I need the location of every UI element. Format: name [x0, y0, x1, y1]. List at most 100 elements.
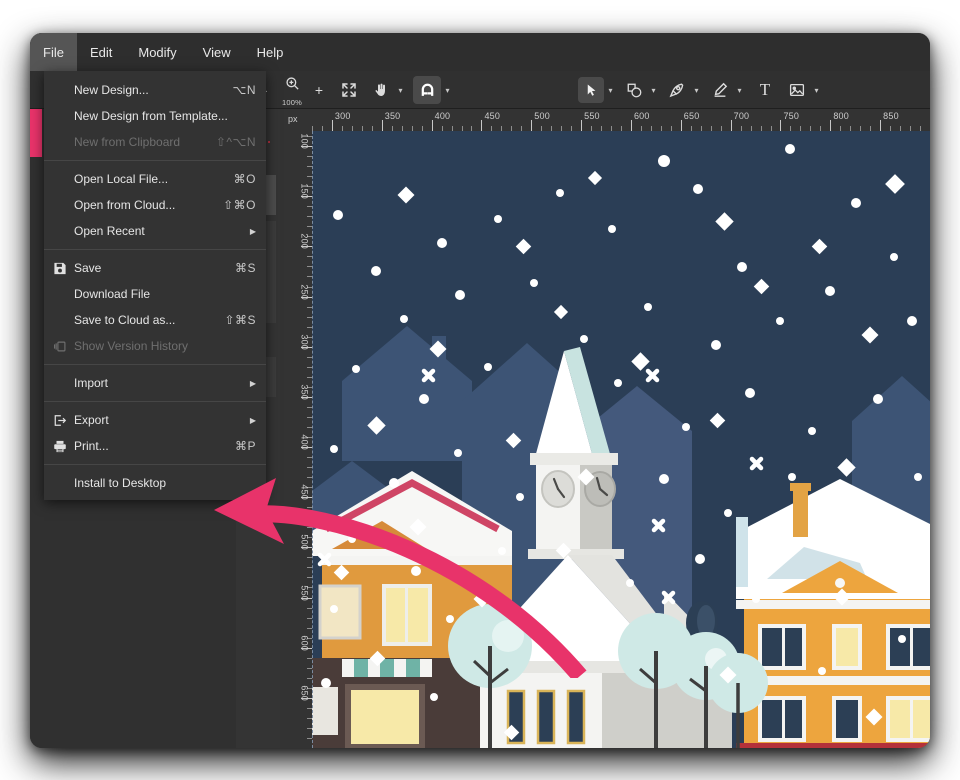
ruler-label-v: 200	[300, 233, 310, 250]
shape-dropdown-caret[interactable]: ▾	[647, 77, 660, 103]
accent-bar	[30, 109, 42, 157]
ruler-label-v: 400	[300, 434, 310, 451]
menu-item-import[interactable]: Import ▶	[44, 370, 266, 396]
ruler-tick	[331, 120, 333, 131]
pencil-tool-icon[interactable]	[707, 77, 733, 103]
menu-separator	[44, 249, 266, 250]
submenu-chevron-right-icon: ▶	[249, 415, 256, 425]
menu-item-shortcut: ⌘P	[234, 439, 256, 453]
image-dropdown-caret[interactable]: ▾	[810, 77, 823, 103]
menu-item-shortcut: ⌥N	[232, 83, 256, 97]
menu-item-label: Open from Cloud...	[74, 198, 176, 212]
ruler-label-v: 150	[300, 183, 310, 200]
zoom-percent-label: 100%	[282, 98, 302, 107]
ruler-tick	[581, 120, 583, 131]
ruler-tick	[630, 120, 632, 131]
file-dropdown-menu: New Design... ⌥N New Design from Template.…	[44, 71, 266, 500]
menu-item-print[interactable]: Print... ⌘P	[44, 433, 266, 459]
ruler-tick	[880, 120, 882, 131]
pointer-select-icon[interactable]	[578, 77, 604, 103]
pencil-dropdown-caret[interactable]: ▾	[733, 77, 746, 103]
menu-item-shortcut: ⌘S	[234, 261, 256, 275]
ruler-label-h: 800	[833, 111, 849, 121]
ruler-label-v: 650	[300, 685, 310, 701]
artwork-svg	[312, 131, 930, 748]
snap-dropdown-caret[interactable]: ▾	[441, 77, 454, 103]
menu-item-open-recent[interactable]: Open Recent ▶	[44, 218, 266, 244]
pen-dropdown-caret[interactable]: ▾	[690, 77, 703, 103]
menu-item-install-to-desktop[interactable]: Install to Desktop	[44, 470, 266, 496]
text-tool-icon[interactable]: T	[752, 77, 778, 103]
ruler-label-v: 450	[300, 484, 310, 501]
menu-item-download-file[interactable]: Download File	[44, 281, 266, 307]
artboard-winter-village[interactable]	[312, 131, 930, 748]
menu-item-label: Save to Cloud as...	[74, 313, 176, 327]
tool-controls: ▾ ▾ ▾ ▾ T ▾	[578, 71, 823, 109]
pointer-dropdown-caret[interactable]: ▾	[604, 77, 617, 103]
menu-item-label: Print...	[74, 439, 109, 453]
fit-to-screen-icon[interactable]	[336, 77, 362, 103]
ruler-label-h: 450	[484, 111, 501, 121]
menu-item-label: Open Local File...	[74, 172, 169, 186]
printer-icon	[52, 439, 67, 454]
menu-item-label: Import	[74, 376, 109, 390]
hand-tool-icon[interactable]	[368, 77, 394, 103]
menu-item-new-design-from-template[interactable]: New Design from Template...	[44, 103, 266, 129]
ruler-tick	[481, 120, 483, 131]
ruler-tick	[431, 120, 433, 131]
ruler-label-h: 350	[384, 111, 401, 121]
magnifier-plus-icon	[274, 70, 310, 96]
ruler-label-v: 350	[300, 384, 310, 400]
menu-separator	[44, 401, 266, 402]
menu-separator	[44, 464, 266, 465]
ruler-label-h: 750	[783, 111, 800, 121]
menu-item-open-local-file[interactable]: Open Local File... ⌘O	[44, 166, 266, 192]
menu-item-label: Save	[74, 261, 102, 275]
menu-item-shortcut: ⇧^⌥N	[215, 135, 256, 149]
hand-tool-dropdown-caret[interactable]: ▾	[394, 77, 407, 103]
ruler-tick	[730, 120, 732, 131]
ruler-unit-corner[interactable]: px	[280, 109, 312, 131]
ruler-label-h: 500	[534, 111, 550, 121]
menu-item-label: Download File	[74, 287, 151, 301]
menu-item-new-design[interactable]: New Design... ⌥N	[44, 77, 266, 103]
menu-item-label: New from Clipboard	[74, 135, 181, 149]
menubar-item-help[interactable]: Help	[244, 33, 297, 71]
ruler-label-h: 550	[584, 111, 600, 121]
ruler-label-h: 850	[883, 111, 899, 121]
shape-tool-icon[interactable]	[621, 77, 647, 103]
menubar: File Edit Modify View Help	[30, 33, 930, 71]
menubar-item-view[interactable]: View	[190, 33, 244, 71]
menu-item-shortcut: ⌘O	[233, 172, 256, 186]
menu-item-save-to-cloud-as[interactable]: Save to Cloud as... ⇧⌘S	[44, 307, 266, 333]
horizontal-ruler[interactable]: 300350400450500550600650700750800850900	[312, 109, 930, 131]
menu-item-label: New Design from Template...	[74, 109, 228, 123]
version-history-icon	[52, 339, 67, 354]
ruler-tick	[531, 120, 533, 131]
ruler-label-v: 100	[300, 133, 310, 150]
pen-tool-icon[interactable]	[664, 77, 690, 103]
menu-item-label: New Design...	[74, 83, 149, 97]
vertical-ruler[interactable]: 100 150 200 250 300 350 400 450 500 550 600 650	[280, 131, 312, 748]
zoom-controls: - 100% +	[256, 71, 454, 109]
ruler-label-v: 300	[300, 334, 310, 350]
zoom-in-button[interactable]: +	[310, 77, 328, 103]
menubar-item-edit[interactable]: Edit	[77, 33, 125, 71]
menu-item-open-from-cloud[interactable]: Open from Cloud... ⇧⌘O	[44, 192, 266, 218]
menu-item-export[interactable]: Export ▶	[44, 407, 266, 433]
zoom-level-control[interactable]: 100%	[274, 76, 310, 107]
magnet-snap-icon[interactable]	[413, 76, 441, 104]
ruler-unit-label: px	[288, 114, 298, 124]
menubar-item-modify[interactable]: Modify	[125, 33, 189, 71]
menu-item-shortcut: ⇧⌘O	[223, 198, 256, 212]
ruler-label-h: 300	[334, 111, 351, 121]
ruler-label-h: 700	[733, 111, 750, 121]
ruler-label-h: 400	[434, 111, 451, 121]
menu-separator	[44, 364, 266, 365]
export-icon	[52, 413, 67, 428]
image-tool-icon[interactable]	[784, 77, 810, 103]
menu-item-show-version-history: Show Version History	[44, 333, 266, 359]
menu-item-save[interactable]: Save ⌘S	[44, 255, 266, 281]
floppy-disk-icon	[52, 261, 67, 276]
menubar-item-file[interactable]: File	[30, 33, 77, 71]
